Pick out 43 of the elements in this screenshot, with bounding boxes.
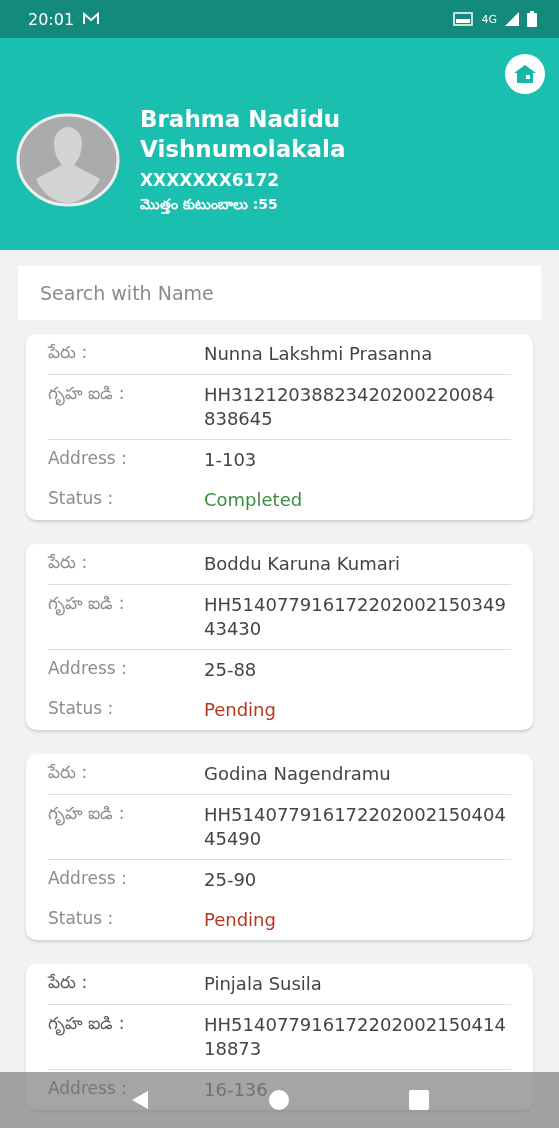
total-families: మొత్తం కుటుంబాలు :55 — [140, 196, 279, 216]
field-label: గృహ ఐడి : — [48, 383, 204, 407]
user-id: XXXXXXX6172 — [140, 170, 281, 190]
household-id: HH514077916172202002150414 18873 — [204, 1013, 507, 1061]
recents-icon[interactable] — [409, 1090, 430, 1110]
household-name: Godina Nagendramu — [204, 762, 391, 786]
field-label: పేరు : — [48, 342, 89, 364]
field-label: Status : — [48, 488, 115, 508]
signal-icon — [505, 12, 519, 26]
home-button[interactable] — [505, 54, 545, 94]
home-icon[interactable] — [269, 1090, 290, 1110]
field-label: Status : — [48, 908, 115, 928]
user-name: Brahma Nadidu Vishnumolakala — [140, 105, 346, 164]
clock-time: 20:01 — [28, 9, 75, 29]
household-name: Pinjala Susila — [204, 972, 322, 996]
field-label: పేరు : — [48, 552, 89, 574]
status-value: Pending — [204, 908, 276, 932]
field-label: Address : — [48, 868, 128, 888]
household-id: HH514077916172202002150404 45490 — [204, 803, 507, 851]
address-value: 25-90 — [204, 868, 257, 892]
status-value: Completed — [204, 488, 303, 512]
field-label: Address : — [48, 448, 128, 468]
household-name: Nunna Lakshmi Prasanna — [204, 342, 433, 366]
field-label: పేరు : — [48, 762, 89, 784]
address-value: 25-88 — [204, 658, 257, 682]
avatar-icon — [16, 113, 120, 207]
mail-icon — [82, 12, 101, 26]
household-id: HH31212038823420200220084 838645 — [204, 383, 496, 431]
status-value: Pending — [204, 698, 276, 722]
household-id: HH514077916172202002150349 43430 — [204, 593, 507, 641]
house-icon — [513, 64, 537, 84]
volte-icon — [453, 12, 474, 26]
household-name: Boddu Karuna Kumari — [204, 552, 401, 576]
field-label: Status : — [48, 698, 115, 718]
battery-icon — [527, 11, 537, 27]
network-type: 4G — [481, 12, 497, 26]
field-label: పేరు : — [48, 972, 89, 994]
search-field[interactable]: Search with Name — [18, 266, 541, 320]
field-label: గృహ ఐడి : — [48, 1013, 204, 1037]
field-label: గృహ ఐడి : — [48, 803, 204, 827]
field-label: Address : — [48, 658, 128, 678]
address-value: 1-103 — [204, 448, 257, 472]
field-label: గృహ ఐడి : — [48, 593, 204, 617]
